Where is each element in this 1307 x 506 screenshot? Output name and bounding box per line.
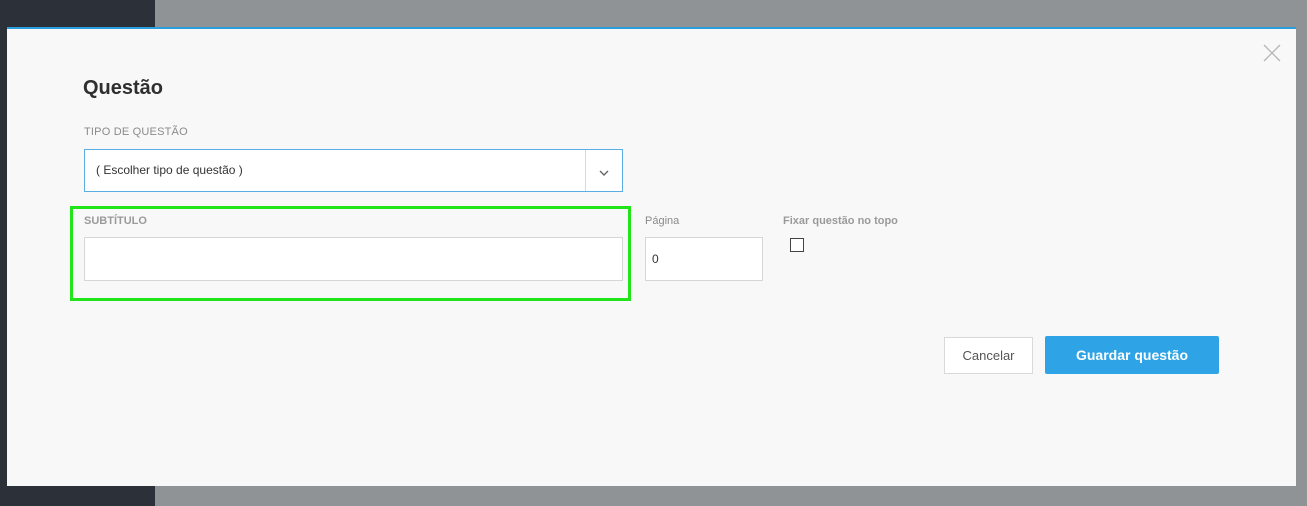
question-type-value: ( Escolher tipo de questão ) [96, 163, 243, 177]
cancel-button[interactable]: Cancelar [944, 337, 1033, 374]
page-input[interactable] [645, 237, 763, 281]
question-type-label: TIPO DE QUESTÃO [84, 126, 188, 138]
subtitle-input[interactable] [84, 237, 623, 281]
app-sidebar-bottom [0, 486, 155, 506]
pin-top-checkbox[interactable] [790, 238, 804, 252]
app-sidebar-top [0, 0, 155, 28]
page-label: Página [645, 215, 680, 227]
question-modal: Questão TIPO DE QUESTÃO ( Escolher tipo … [7, 27, 1296, 486]
app-sidebar-edge [0, 28, 7, 486]
pin-top-label: Fixar questão no topo [783, 215, 898, 227]
select-divider [585, 150, 586, 191]
save-question-button[interactable]: Guardar questão [1045, 336, 1219, 374]
modal-title: Questão [83, 77, 164, 99]
chevron-down-icon [598, 165, 610, 176]
subtitle-label: SUBTÍTULO [84, 215, 147, 227]
question-type-select[interactable]: ( Escolher tipo de questão ) [84, 149, 623, 192]
close-icon[interactable] [1261, 42, 1283, 64]
